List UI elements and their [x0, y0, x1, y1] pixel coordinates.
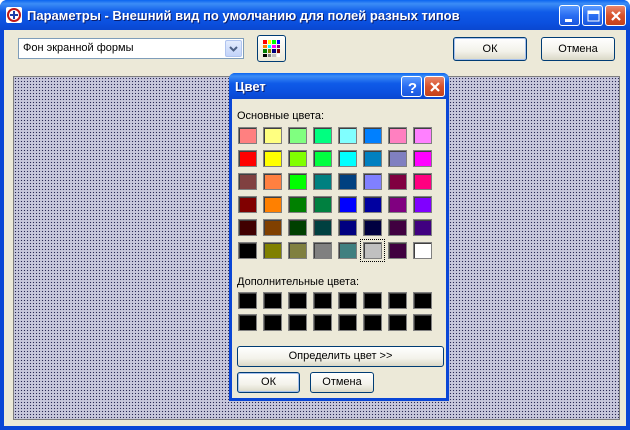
element-select-value: Фон экранной формы [23, 42, 134, 54]
basic-color-swatch[interactable] [263, 150, 282, 167]
maximize-icon [587, 10, 600, 22]
basic-color-swatch[interactable] [238, 150, 257, 167]
basic-color-swatch[interactable] [363, 196, 382, 213]
basic-colors-label: Основные цвета: [237, 110, 325, 122]
custom-color-swatch[interactable] [388, 314, 407, 331]
basic-color-swatch[interactable] [263, 242, 282, 259]
basic-color-swatch[interactable] [413, 219, 432, 236]
basic-color-swatch[interactable] [313, 196, 332, 213]
basic-color-swatch[interactable] [313, 242, 332, 259]
basic-color-swatch[interactable] [363, 219, 382, 236]
basic-color-swatch[interactable] [288, 150, 307, 167]
basic-color-swatch[interactable] [313, 150, 332, 167]
define-custom-color-button[interactable]: Определить цвет >> [237, 346, 444, 367]
basic-color-swatch[interactable] [263, 127, 282, 144]
basic-color-swatch[interactable] [263, 196, 282, 213]
basic-color-swatch[interactable] [338, 242, 357, 259]
color-dialog-title: Цвет [235, 79, 266, 94]
cancel-button[interactable]: Отмена [541, 37, 615, 61]
help-icon: ? [408, 80, 417, 97]
basic-color-swatch[interactable] [238, 196, 257, 213]
basic-color-swatch[interactable] [388, 242, 407, 259]
window-title: Параметры - Внешний вид по умолчанию для… [27, 8, 460, 23]
basic-color-swatch[interactable] [388, 150, 407, 167]
dropdown-arrow-button[interactable] [225, 40, 242, 57]
custom-color-swatch[interactable] [288, 314, 307, 331]
basic-color-swatch[interactable] [413, 173, 432, 190]
custom-color-swatch[interactable] [263, 314, 282, 331]
minimize-button[interactable] [559, 5, 580, 26]
dialog-cancel-button[interactable]: Отмена [310, 372, 374, 393]
custom-color-swatch[interactable] [388, 292, 407, 309]
basic-color-swatch[interactable] [288, 127, 307, 144]
dialog-close-button[interactable] [424, 76, 445, 97]
color-dialog-title-bar[interactable]: Цвет ? [229, 73, 449, 99]
custom-color-swatch[interactable] [338, 314, 357, 331]
custom-color-swatch[interactable] [363, 292, 382, 309]
dialog-ok-button[interactable]: ОК [237, 372, 300, 393]
basic-color-swatch[interactable] [313, 127, 332, 144]
basic-color-swatch[interactable] [238, 127, 257, 144]
basic-color-swatch[interactable] [388, 196, 407, 213]
element-select[interactable]: Фон экранной формы [18, 38, 244, 59]
basic-color-swatch[interactable] [388, 173, 407, 190]
basic-color-swatch[interactable] [338, 173, 357, 190]
basic-color-swatch[interactable] [413, 196, 432, 213]
basic-color-swatch[interactable] [388, 127, 407, 144]
maximize-button[interactable] [582, 5, 603, 26]
basic-color-swatch[interactable] [363, 127, 382, 144]
custom-color-swatch[interactable] [263, 292, 282, 309]
title-bar[interactable]: Параметры - Внешний вид по умолчанию для… [0, 0, 630, 30]
custom-color-swatch[interactable] [363, 314, 382, 331]
minimize-icon [565, 19, 572, 22]
custom-colors-label: Дополнительные цвета: [237, 276, 359, 288]
basic-color-swatch[interactable] [313, 173, 332, 190]
svg-text:?: ? [408, 80, 417, 97]
custom-color-swatch[interactable] [338, 292, 357, 309]
app-icon [6, 7, 22, 23]
close-button[interactable] [605, 5, 626, 26]
palette-icon [263, 40, 280, 57]
basic-color-swatch[interactable] [363, 173, 382, 190]
basic-color-swatch[interactable] [338, 150, 357, 167]
close-icon [611, 11, 621, 21]
custom-color-swatch[interactable] [288, 292, 307, 309]
basic-color-swatch[interactable] [360, 239, 385, 262]
basic-color-swatch[interactable] [413, 127, 432, 144]
basic-color-swatch[interactable] [288, 242, 307, 259]
color-dialog: Цвет ? Основные цвета: Дополнительные цв… [229, 73, 449, 401]
basic-color-swatch[interactable] [263, 173, 282, 190]
parameters-window: Параметры - Внешний вид по умолчанию для… [0, 0, 630, 430]
custom-colors-grid [238, 292, 432, 331]
color-palette-button[interactable] [257, 35, 286, 62]
basic-color-swatch[interactable] [413, 150, 432, 167]
basic-color-swatch[interactable] [288, 196, 307, 213]
custom-color-swatch[interactable] [413, 314, 432, 331]
basic-color-swatch[interactable] [288, 173, 307, 190]
basic-color-swatch[interactable] [238, 173, 257, 190]
custom-color-swatch[interactable] [238, 292, 257, 309]
custom-color-swatch[interactable] [238, 314, 257, 331]
basic-color-swatch[interactable] [338, 219, 357, 236]
close-icon [430, 82, 440, 92]
help-button[interactable]: ? [401, 76, 422, 97]
basic-color-swatch[interactable] [238, 242, 257, 259]
ok-button[interactable]: ОК [453, 37, 527, 61]
basic-color-swatch[interactable] [263, 219, 282, 236]
basic-colors-grid [238, 127, 432, 262]
basic-color-swatch[interactable] [338, 196, 357, 213]
basic-color-swatch[interactable] [363, 150, 382, 167]
custom-color-swatch[interactable] [313, 292, 332, 309]
basic-color-swatch[interactable] [288, 219, 307, 236]
chevron-down-icon [229, 46, 238, 52]
custom-color-swatch[interactable] [313, 314, 332, 331]
color-dialog-body: Основные цвета: Дополнительные цвета: Оп… [232, 99, 446, 398]
basic-color-swatch[interactable] [313, 219, 332, 236]
basic-color-swatch[interactable] [338, 127, 357, 144]
custom-color-swatch[interactable] [413, 292, 432, 309]
basic-color-swatch[interactable] [388, 219, 407, 236]
basic-color-swatch[interactable] [413, 242, 432, 259]
basic-color-swatch[interactable] [238, 219, 257, 236]
